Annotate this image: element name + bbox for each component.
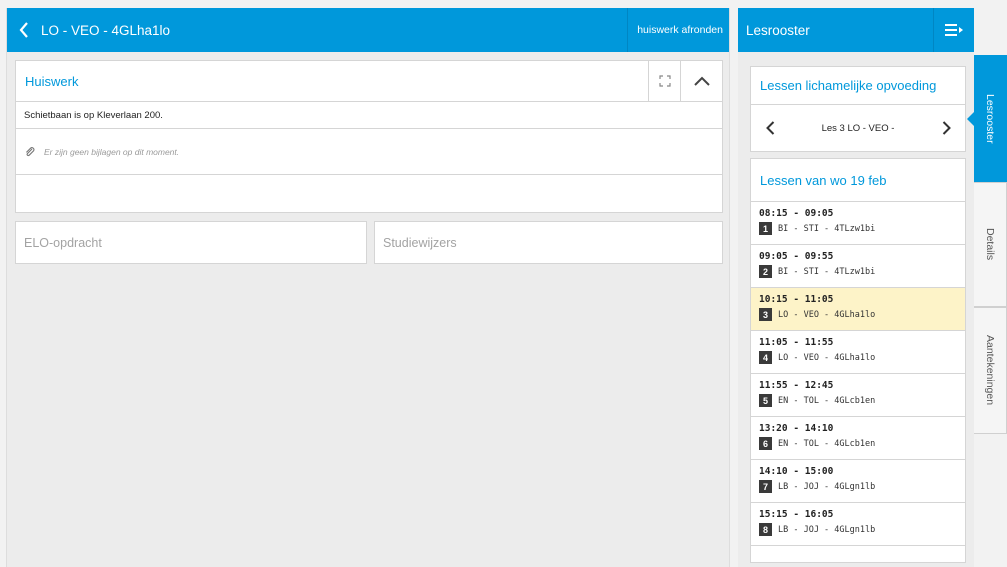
schedule-title: Lesrooster bbox=[746, 22, 810, 38]
lesson-description: LB - JOJ - 4GLgn1lb bbox=[778, 524, 876, 535]
lesson-row[interactable]: 13:20 - 14:10 6 EN - TOL - 4GLcb1en bbox=[751, 417, 965, 460]
lesson-number-badge: 6 bbox=[759, 437, 772, 450]
lesson-description: EN - TOL - 4GLcb1en bbox=[778, 438, 876, 449]
attachments-text: Er zijn geen bijlagen op dit moment. bbox=[44, 146, 180, 157]
lesson-sub: 8 LB - JOJ - 4GLgn1lb bbox=[759, 523, 965, 536]
lesson-time: 11:55 - 12:45 bbox=[759, 380, 834, 391]
lesson-sub: 2 BI - STI - 4TLzw1bi bbox=[759, 265, 965, 278]
lesson-time: 11:05 - 11:55 bbox=[759, 337, 834, 348]
tab-lesrooster-label: Lesrooster bbox=[984, 93, 996, 144]
day-lesson-list: 08:15 - 09:05 1 BI - STI - 4TLzw1bi 09:05 -… bbox=[751, 202, 965, 546]
expand-icon[interactable] bbox=[648, 61, 680, 101]
lesson-number-badge: 3 bbox=[759, 308, 772, 321]
homework-title: Huiswerk bbox=[25, 73, 79, 89]
attachments-row: Er zijn geen bijlagen op dit moment. bbox=[16, 129, 722, 175]
current-lesson-label: Les 3 LO - VEO - bbox=[821, 122, 895, 134]
lessons-subject-title: Lessen lichamelijke opvoeding bbox=[751, 67, 965, 105]
back-chevron-icon[interactable] bbox=[7, 8, 41, 52]
menu-collapse-icon[interactable] bbox=[933, 8, 974, 52]
lesson-sub: 4 LO - VEO - 4GLha1lo bbox=[759, 351, 965, 364]
lesson-time: 09:05 - 09:55 bbox=[759, 251, 834, 262]
lesson-sub: 5 EN - TOL - 4GLcb1en bbox=[759, 394, 965, 407]
prev-lesson-icon[interactable] bbox=[751, 105, 789, 151]
lesson-description: BI - STI - 4TLzw1bi bbox=[778, 266, 876, 277]
homework-empty-area bbox=[16, 175, 722, 212]
lessons-subject-card: Lessen lichamelijke opvoeding Les 3 LO -… bbox=[750, 66, 966, 152]
lesson-description: BI - STI - 4TLzw1bi bbox=[778, 223, 876, 234]
lesson-number-badge: 4 bbox=[759, 351, 772, 364]
paperclip-icon bbox=[25, 146, 35, 157]
lesson-row[interactable]: 10:15 - 11:05 3 LO - VEO - 4GLha1lo bbox=[751, 288, 965, 331]
lesson-time: 13:20 - 14:10 bbox=[759, 423, 834, 434]
lesson-time: 08:15 - 09:05 bbox=[759, 208, 834, 219]
schedule-panel: Lesrooster Lessen lichamelijke opvoeding… bbox=[738, 8, 974, 567]
lesson-row[interactable]: 08:15 - 09:05 1 BI - STI - 4TLzw1bi bbox=[751, 202, 965, 245]
lesson-number-badge: 5 bbox=[759, 394, 772, 407]
lesson-row[interactable]: 14:10 - 15:00 7 LB - JOJ - 4GLgn1lb bbox=[751, 460, 965, 503]
lesson-description: EN - TOL - 4GLcb1en bbox=[778, 395, 876, 406]
homework-text: Schietbaan is op Kleverlaan 200. bbox=[16, 102, 722, 129]
lesson-description: LB - JOJ - 4GLgn1lb bbox=[778, 481, 876, 492]
day-schedule-card: Lessen van wo 19 feb 08:15 - 09:05 1 BI - … bbox=[750, 158, 966, 563]
homework-card: Huiswerk Schietbaan is op Kleverlaan 200… bbox=[15, 60, 723, 213]
active-tab-pointer bbox=[967, 112, 974, 126]
next-lesson-icon[interactable] bbox=[927, 105, 965, 151]
tab-aantekeningen-label: Aantekeningen bbox=[984, 335, 996, 406]
lesson-number-badge: 1 bbox=[759, 222, 772, 235]
elo-assignment-card[interactable]: ELO-opdracht bbox=[15, 221, 367, 264]
collapse-chevron-icon[interactable] bbox=[680, 61, 722, 101]
tab-details-label: Details bbox=[984, 228, 996, 261]
homework-card-header: Huiswerk bbox=[16, 61, 722, 102]
schedule-header: Lesrooster bbox=[738, 8, 974, 52]
lesson-sub: 6 EN - TOL - 4GLcb1en bbox=[759, 437, 965, 450]
lesson-time: 14:10 - 15:00 bbox=[759, 466, 834, 477]
lesson-row[interactable]: 11:55 - 12:45 5 EN - TOL - 4GLcb1en bbox=[751, 374, 965, 417]
lesson-row[interactable]: 11:05 - 11:55 4 LO - VEO - 4GLha1lo bbox=[751, 331, 965, 374]
tab-details[interactable]: Details bbox=[974, 182, 1007, 307]
lesson-navigator: Les 3 LO - VEO - bbox=[751, 105, 965, 151]
lesson-number-badge: 2 bbox=[759, 265, 772, 278]
lesson-description: LO - VEO - 4GLha1lo bbox=[778, 352, 876, 363]
finish-homework-button[interactable]: huiswerk afronden bbox=[627, 8, 729, 52]
studiewijzers-card[interactable]: Studiewijzers bbox=[374, 221, 723, 264]
lesson-row[interactable]: 15:15 - 16:05 8 LB - JOJ - 4GLgn1lb bbox=[751, 503, 965, 546]
lesson-time: 15:15 - 16:05 bbox=[759, 509, 834, 520]
lesson-time: 10:15 - 11:05 bbox=[759, 294, 834, 305]
lesson-sub: 3 LO - VEO - 4GLha1lo bbox=[759, 308, 965, 321]
day-schedule-title: Lessen van wo 19 feb bbox=[751, 159, 965, 202]
lesson-title: LO - VEO - 4GLha1lo bbox=[41, 22, 171, 38]
tab-aantekeningen[interactable]: Aantekeningen bbox=[974, 307, 1007, 434]
homework-header: LO - VEO - 4GLha1lo huiswerk afronden bbox=[7, 8, 729, 52]
lesson-sub: 7 LB - JOJ - 4GLgn1lb bbox=[759, 480, 965, 493]
homework-panel: LO - VEO - 4GLha1lo huiswerk afronden Hu… bbox=[6, 8, 730, 567]
lesson-number-badge: 8 bbox=[759, 523, 772, 536]
lesson-row[interactable]: 09:05 - 09:55 2 BI - STI - 4TLzw1bi bbox=[751, 245, 965, 288]
lesson-description: LO - VEO - 4GLha1lo bbox=[778, 309, 876, 320]
lesson-sub: 1 BI - STI - 4TLzw1bi bbox=[759, 222, 965, 235]
lesson-number-badge: 7 bbox=[759, 480, 772, 493]
tab-lesrooster[interactable]: Lesrooster bbox=[974, 55, 1007, 182]
